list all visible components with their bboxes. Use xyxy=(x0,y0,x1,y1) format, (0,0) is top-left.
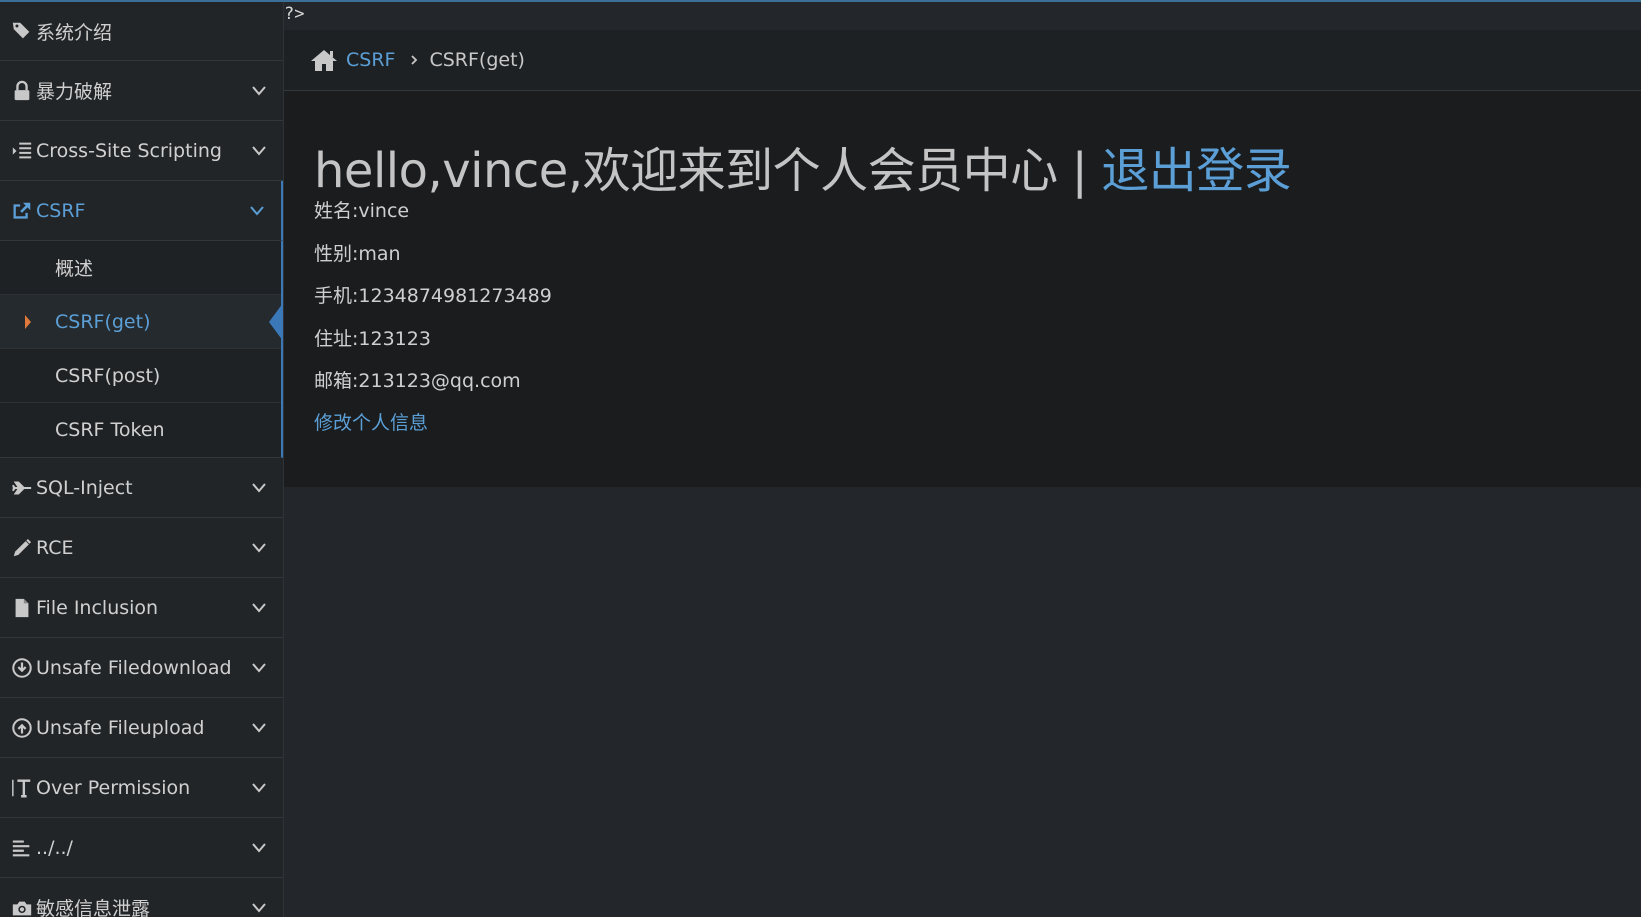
field-phone: 手机:1234874981273489 xyxy=(314,285,552,307)
code-leak-text: ?> xyxy=(284,4,305,24)
sidebar-item-dir-traversal[interactable]: ../../ xyxy=(0,818,283,878)
submenu-item-label: 概述 xyxy=(55,258,94,280)
sidebar: 系统介绍 暴力破解 Cross-Site Scripting CSRF 概述 C… xyxy=(0,2,284,917)
welcome-heading: hello,vince,欢迎来到个人会员中心 | 退出登录 xyxy=(314,131,1292,201)
sidebar-item-unsafe-filedownload[interactable]: Unsafe Filedownload xyxy=(0,638,283,698)
breadcrumb: CSRF CSRF(get) xyxy=(284,30,1641,91)
sidebar-item-intro[interactable]: 系统介绍 xyxy=(0,2,283,61)
camera-icon xyxy=(10,896,34,917)
welcome-text: hello,vince,欢迎来到个人会员中心 xyxy=(314,143,1058,199)
sidebar-item-label: 敏感信息泄露 xyxy=(36,898,151,917)
field-email: 邮箱:213123@qq.com xyxy=(314,370,521,392)
chevron-down-icon xyxy=(252,482,266,493)
submenu-item-csrf-post[interactable]: CSRF(post) xyxy=(0,349,281,403)
sidebar-item-label: ../../ xyxy=(36,836,73,859)
sidebar-item-label: Cross-Site Scripting xyxy=(36,139,222,162)
chevron-down-icon xyxy=(252,902,266,913)
download-circle-icon xyxy=(10,656,34,680)
csrf-submenu: 概述 CSRF(get) CSRF(post) CSRF Token xyxy=(0,241,283,458)
chevron-down-icon xyxy=(252,602,266,613)
breadcrumb-current: CSRF(get) xyxy=(429,49,525,71)
list-indent-icon xyxy=(10,139,34,163)
lock-icon xyxy=(10,79,34,103)
chevron-down-icon xyxy=(252,722,266,733)
tags-icon xyxy=(10,19,34,43)
field-address: 住址:123123 xyxy=(314,328,431,350)
chevron-right-icon xyxy=(411,55,418,65)
sidebar-item-label: CSRF xyxy=(36,199,86,222)
upload-circle-icon xyxy=(10,716,34,740)
active-pointer-icon xyxy=(269,302,283,341)
sidebar-item-label: Unsafe Filedownload xyxy=(36,656,232,679)
breadcrumb-link-csrf[interactable]: CSRF xyxy=(346,49,395,71)
sidebar-item-label: Over Permission xyxy=(36,776,191,799)
chevron-down-icon xyxy=(252,85,266,96)
sidebar-item-over-permission[interactable]: Over Permission xyxy=(0,758,283,818)
sidebar-item-label: SQL-Inject xyxy=(36,476,133,499)
chevron-down-icon xyxy=(250,205,264,216)
sidebar-item-label: RCE xyxy=(36,536,74,559)
chevron-down-icon xyxy=(252,542,266,553)
submenu-item-overview[interactable]: 概述 xyxy=(0,241,281,295)
field-gender: 性别:man xyxy=(314,243,401,265)
chevron-down-icon xyxy=(252,145,266,156)
submenu-item-label: CSRF(post) xyxy=(55,364,161,387)
sidebar-item-rce[interactable]: RCE xyxy=(0,518,283,578)
sidebar-item-label: Unsafe Fileupload xyxy=(36,716,205,739)
caret-right-icon xyxy=(25,314,31,329)
plane-icon xyxy=(10,476,34,500)
submenu-item-csrf-token[interactable]: CSRF Token xyxy=(0,403,281,457)
submenu-item-label: CSRF Token xyxy=(55,419,165,441)
heading-separator: | xyxy=(1071,143,1088,199)
sidebar-item-info-leak[interactable]: 敏感信息泄露 xyxy=(0,878,283,917)
sidebar-item-sqli[interactable]: SQL-Inject xyxy=(0,458,283,518)
chevron-down-icon xyxy=(252,662,266,673)
sidebar-item-label: File Inclusion xyxy=(36,596,159,619)
sidebar-item-unsafe-fileupload[interactable]: Unsafe Fileupload xyxy=(0,698,283,758)
sidebar-item-bruteforce[interactable]: 暴力破解 xyxy=(0,61,283,121)
submenu-item-label: CSRF(get) xyxy=(55,310,151,333)
sidebar-item-label: 暴力破解 xyxy=(36,81,113,103)
file-icon xyxy=(10,596,34,620)
sidebar-item-csrf[interactable]: CSRF xyxy=(0,181,283,241)
text-height-icon xyxy=(10,776,34,800)
align-left-icon xyxy=(10,836,34,860)
chevron-down-icon xyxy=(252,842,266,853)
member-center-panel: hello,vince,欢迎来到个人会员中心 | 退出登录 姓名:vince 性别:… xyxy=(284,91,1641,487)
home-icon[interactable] xyxy=(310,48,338,72)
sidebar-item-label: 系统介绍 xyxy=(36,21,113,44)
sidebar-item-xss[interactable]: Cross-Site Scripting xyxy=(0,121,283,181)
submenu-item-csrf-get[interactable]: CSRF(get) xyxy=(0,295,283,349)
logout-link[interactable]: 退出登录 xyxy=(1101,143,1292,199)
edit-profile-link[interactable]: 修改个人信息 xyxy=(314,408,428,435)
sidebar-item-file-inclusion[interactable]: File Inclusion xyxy=(0,578,283,638)
field-name: 姓名:vince xyxy=(314,200,410,222)
chevron-down-icon xyxy=(252,782,266,793)
share-square-icon xyxy=(10,199,34,223)
pencil-icon xyxy=(10,536,34,560)
